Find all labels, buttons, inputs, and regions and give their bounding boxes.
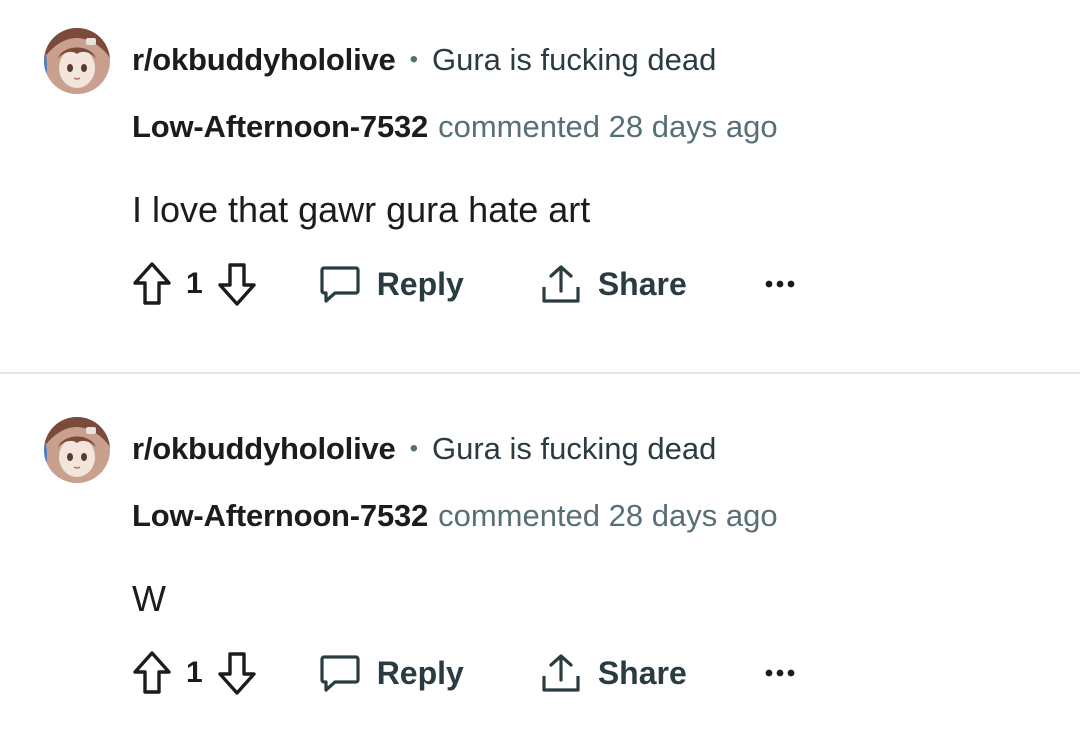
subreddit-link[interactable]: r/okbuddyhololive [132,42,396,78]
comment-divider [0,372,1080,374]
username-link[interactable]: Low-Afternoon-7532 [132,498,428,534]
comment-card: r/okbuddyhololive • Gura is fucking dead… [0,0,1080,340]
avatar[interactable] [44,28,110,94]
comment-actions: 1 Reply Share [132,647,795,699]
comment-card: r/okbuddyhololive • Gura is fucking dead… [0,389,1080,729]
share-button[interactable]: Share [540,263,687,305]
share-label: Share [597,265,687,302]
reply-label: Reply [376,265,464,302]
upvote-icon[interactable] [132,261,172,307]
comment-bubble-icon [319,263,361,305]
comment-body: I love that gawr gura hate art [132,189,591,230]
comment-meta: Low-Afternoon-7532 commented 28 days ago [132,106,778,148]
upvote-icon[interactable] [132,650,172,696]
downvote-icon[interactable] [217,650,257,696]
comment-body: W [132,578,166,619]
downvote-icon[interactable] [217,261,257,307]
comment-timestamp: commented 28 days ago [438,498,778,533]
subreddit-link[interactable]: r/okbuddyhololive [132,431,396,467]
share-button[interactable]: Share [540,652,687,694]
reply-button[interactable]: Reply [319,263,464,305]
share-label: Share [597,654,687,691]
share-icon [540,652,582,694]
reply-label: Reply [376,654,464,691]
username-link[interactable]: Low-Afternoon-7532 [132,109,428,145]
post-title-link[interactable]: Gura is fucking dead [432,42,716,78]
comment-header: r/okbuddyhololive • Gura is fucking dead [132,40,716,80]
comment-bubble-icon [319,652,361,694]
more-options-icon[interactable] [765,667,795,679]
separator-dot: • [409,46,418,73]
comment-actions: 1 Reply Share [132,258,795,310]
comment-timestamp: commented 28 days ago [438,109,778,144]
post-title-link[interactable]: Gura is fucking dead [432,431,716,467]
more-options-icon[interactable] [765,278,795,290]
share-icon [540,263,582,305]
separator-dot: • [409,435,418,462]
reply-button[interactable]: Reply [319,652,464,694]
avatar[interactable] [44,417,110,483]
vote-count: 1 [186,656,203,689]
comment-meta: Low-Afternoon-7532 commented 28 days ago [132,495,778,537]
comment-header: r/okbuddyhololive • Gura is fucking dead [132,429,716,469]
vote-count: 1 [186,267,203,300]
